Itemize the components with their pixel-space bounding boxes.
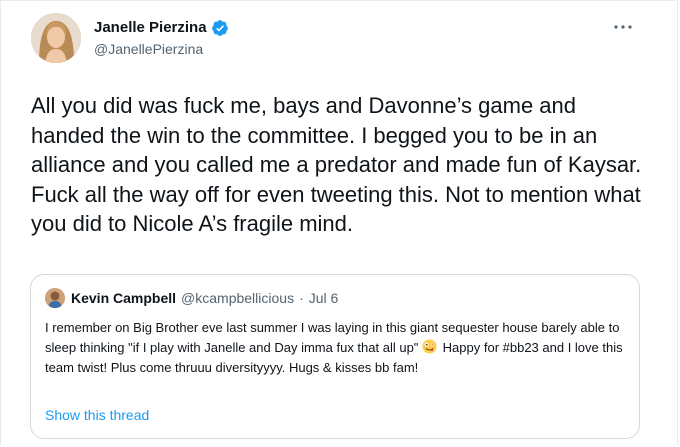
quoted-author-handle: @kcampbellicious [181,290,295,306]
quoted-author-avatar [45,288,65,308]
separator-dot: · [299,290,304,306]
tweet-text: All you did was fuck me, bays and Davonn… [31,93,648,236]
author-handle[interactable]: @JanellePierzina [94,39,229,59]
quoted-tweet-header: Kevin Campbell @kcampbellicious · Jul 6 [45,288,338,308]
quoted-tweet-text: I remember on Big Brother eve last summe… [45,318,630,378]
more-options-icon[interactable] [611,17,635,37]
author-avatar[interactable] [31,13,81,63]
author-name-row[interactable]: Janelle Pierzina [94,18,229,38]
author-info: Janelle Pierzina @JanellePierzina [94,18,229,59]
author-display-name[interactable]: Janelle Pierzina [94,18,207,38]
quoted-avatar-photo-icon [45,288,65,308]
show-thread-link[interactable]: Show this thread [45,405,149,425]
tweet-card: Janelle Pierzina @JanellePierzina All yo… [0,0,678,445]
quoted-author-name: Kevin Campbell [71,290,177,306]
quoted-tweet[interactable]: Kevin Campbell @kcampbellicious · Jul 6 … [30,274,640,439]
verified-badge-icon [211,19,229,37]
quoted-tweet-date: Jul 6 [308,290,339,306]
avatar-photo-icon [31,13,81,63]
zany-face-emoji-icon [422,339,437,354]
